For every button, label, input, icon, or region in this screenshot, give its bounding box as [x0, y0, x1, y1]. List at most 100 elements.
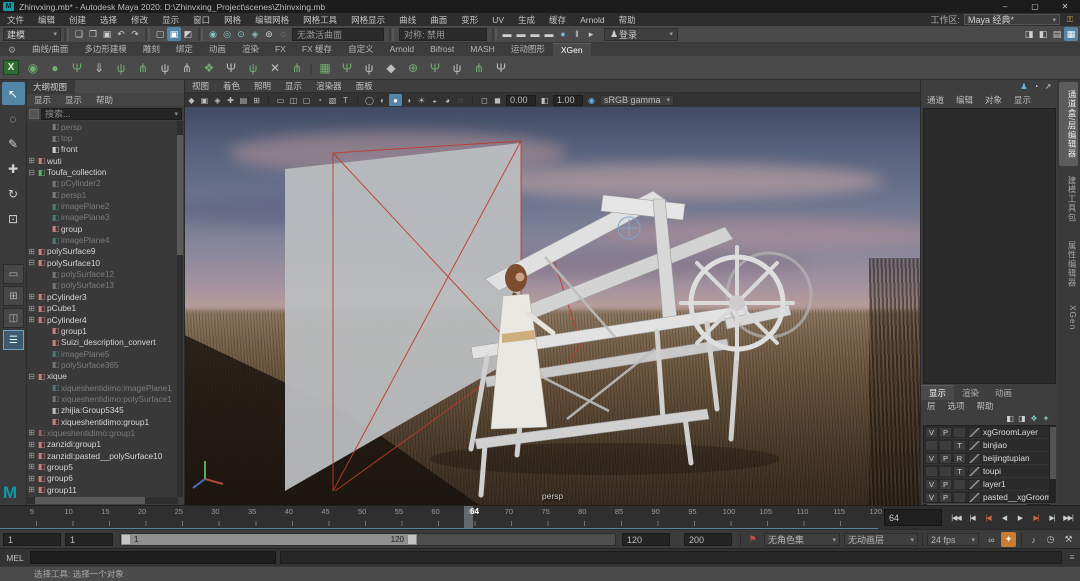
snap-icon[interactable]: ◎	[220, 27, 234, 41]
sidebar-toggle-icon[interactable]: ▤	[1050, 27, 1064, 41]
manipulator-circle[interactable]	[617, 216, 641, 240]
menu-item[interactable]: 文件	[0, 14, 31, 26]
shelf-tab[interactable]: 绑定	[168, 42, 201, 56]
viewport-toolbar-icon[interactable]: ▢	[300, 94, 313, 106]
expand-icon[interactable]: ⊞	[27, 462, 36, 471]
outliner-item[interactable]: ⊟ ◧ xique	[27, 371, 178, 382]
colorspace-dropdown[interactable]: sRGB gamma ▾	[600, 94, 674, 106]
viewport-toolbar-icon[interactable]: |	[355, 94, 360, 106]
channel-menu-item[interactable]: 对象	[979, 94, 1008, 106]
outliner-item[interactable]: ◧ imagePlane3	[27, 212, 178, 223]
playback-button[interactable]: ▶	[1012, 510, 1028, 526]
shelf-tab[interactable]: 自定义	[340, 42, 382, 56]
expand-icon[interactable]: ⊞	[27, 451, 36, 460]
shelf-tool-icon[interactable]: Ψ	[424, 58, 446, 78]
viewport-toolbar-icon[interactable]: ◼	[491, 94, 504, 106]
viewport-menu-item[interactable]: 着色	[216, 80, 247, 92]
sidebar-vertical-tab[interactable]: 通道盒/层编辑器	[1059, 82, 1078, 167]
shelf-tab[interactable]: FX	[267, 43, 294, 55]
auto-key-icon[interactable]: ✦	[1001, 532, 1016, 547]
expand-icon[interactable]: ⊟	[27, 372, 36, 381]
file-action-icon[interactable]: ▣	[100, 27, 114, 41]
viewport-toolbar-icon[interactable]: ◫	[287, 94, 300, 106]
menu-item[interactable]: 变形	[454, 14, 485, 26]
layer-editor-tab[interactable]: 显示	[921, 385, 955, 400]
layer-state-toggle[interactable]	[953, 478, 966, 490]
character-set-icon[interactable]: ⚑	[745, 532, 760, 547]
exposure-toggle-icon[interactable]: ◧	[538, 94, 551, 106]
layer-visible-toggle[interactable]	[925, 465, 938, 477]
window-control-button[interactable]: ▢	[1020, 0, 1050, 13]
layer-color-swatch[interactable]	[968, 465, 981, 477]
layer-row[interactable]: V P xgGroomLayer	[924, 426, 1049, 439]
playback-button[interactable]: ▶|	[1044, 510, 1060, 526]
tool-icon[interactable]: ✚	[2, 157, 25, 180]
layer-visible-toggle[interactable]: V	[925, 478, 938, 490]
shelf-tool-icon[interactable]: Ψ	[66, 58, 88, 78]
shelf-tool-icon[interactable]: Ψ	[490, 58, 512, 78]
mel-input[interactable]	[30, 551, 276, 564]
group-grip[interactable]	[145, 27, 150, 41]
exposure-field[interactable]: 0.00	[506, 94, 536, 106]
playback-button[interactable]: ▶|	[1028, 510, 1044, 526]
outliner-item[interactable]: ◧ polySurface365	[27, 359, 178, 370]
viewport-toolbar-icon[interactable]: ▣	[198, 94, 211, 106]
outliner-item[interactable]: ◧ group	[27, 223, 178, 234]
shelf-tab[interactable]: Bifrost	[422, 43, 462, 55]
playback-button[interactable]: |◀	[980, 510, 996, 526]
layer-state-toggle[interactable]	[953, 491, 966, 502]
outliner-item[interactable]: ◧ imagePlane4	[27, 234, 178, 245]
menu-item[interactable]: 显示	[155, 14, 186, 26]
outliner-horizontal-scrollbar[interactable]	[27, 497, 178, 504]
outliner-item[interactable]: ◧ front	[27, 144, 178, 155]
layer-action-icon[interactable]: ◨	[1016, 413, 1028, 424]
time-slider[interactable]: 5 10 15 20 25 30 35 40 45 50 55 60 65 70 75 80 85 90 95 100…	[0, 505, 1080, 530]
viewport-toolbar-icon[interactable]: ▧	[326, 94, 339, 106]
shelf-tool-icon[interactable]: ◆	[380, 58, 402, 78]
shelf-tab[interactable]: FX 缓存	[294, 42, 340, 56]
viewport-toolbar-icon[interactable]: ◻	[478, 94, 491, 106]
viewport-toolbar-icon[interactable]: ◐	[376, 94, 389, 106]
shelf-tool-icon[interactable]: ⋔	[286, 58, 308, 78]
window-control-button[interactable]: –	[990, 0, 1020, 13]
playback-start-field[interactable]: 1	[65, 533, 113, 546]
layout-shortcut-icon[interactable]: ▭	[3, 264, 24, 284]
fps-dropdown[interactable]: 24 fps ▾	[927, 533, 979, 546]
viewport-toolbar-icon[interactable]: ◈	[211, 94, 224, 106]
scrollbar-thumb[interactable]	[35, 497, 145, 504]
expand-icon[interactable]: ⊞	[27, 247, 36, 256]
menu-item[interactable]: 选择	[93, 14, 124, 26]
viewport-toolbar-icon[interactable]: |	[266, 94, 271, 106]
title-bar[interactable]: M Zhinvxing.mb* - Autodesk Maya 2020: D:…	[0, 0, 1080, 13]
layer-playback-toggle[interactable]	[939, 439, 952, 451]
expand-icon[interactable]: ⊞	[27, 474, 36, 483]
channel-menu-item[interactable]: 通道	[921, 94, 950, 106]
snap-icon[interactable]: ⊚	[262, 27, 276, 41]
expand-icon[interactable]: ⊞	[27, 156, 36, 165]
shelf-tab[interactable]: 渲染	[234, 42, 267, 56]
layer-color-swatch[interactable]	[968, 439, 981, 451]
layer-menu-item[interactable]: 选项	[942, 400, 971, 412]
gamma-toggle-icon[interactable]: ◉	[585, 94, 598, 106]
shelf-tool-icon[interactable]: ⇓	[88, 58, 110, 78]
layer-menu-item[interactable]: 层	[921, 400, 942, 412]
tool-icon[interactable]: ⊡	[2, 207, 25, 230]
layer-playback-toggle[interactable]	[939, 465, 952, 477]
channel-menu-item[interactable]: 显示	[1008, 94, 1037, 106]
render-action-icon[interactable]: ▬	[500, 27, 514, 41]
layer-vertical-scrollbar[interactable]	[1050, 425, 1056, 503]
snap-icon[interactable]: ◉	[206, 27, 220, 41]
animation-start-field[interactable]: 1	[3, 533, 61, 546]
mel-toggle[interactable]: MEL	[0, 553, 30, 563]
menu-item[interactable]: 编辑网格	[248, 14, 296, 26]
tool-icon[interactable]: ↻	[2, 182, 25, 205]
layout-shortcut-icon[interactable]: ⊞	[3, 286, 24, 306]
menu-item[interactable]: 帮助	[612, 14, 643, 26]
viewport-menu-item[interactable]: 渲染器	[309, 80, 349, 92]
menu-item[interactable]: 窗口	[186, 14, 217, 26]
sidebar-toggle-icon[interactable]: ◧	[1036, 27, 1050, 41]
shelf-tool-icon[interactable]: Ψ	[336, 58, 358, 78]
outliner-item[interactable]: ◧ polySurface12	[27, 268, 178, 279]
group-grip[interactable]	[198, 27, 203, 41]
shelf-tab[interactable]: XGen	[552, 42, 591, 56]
